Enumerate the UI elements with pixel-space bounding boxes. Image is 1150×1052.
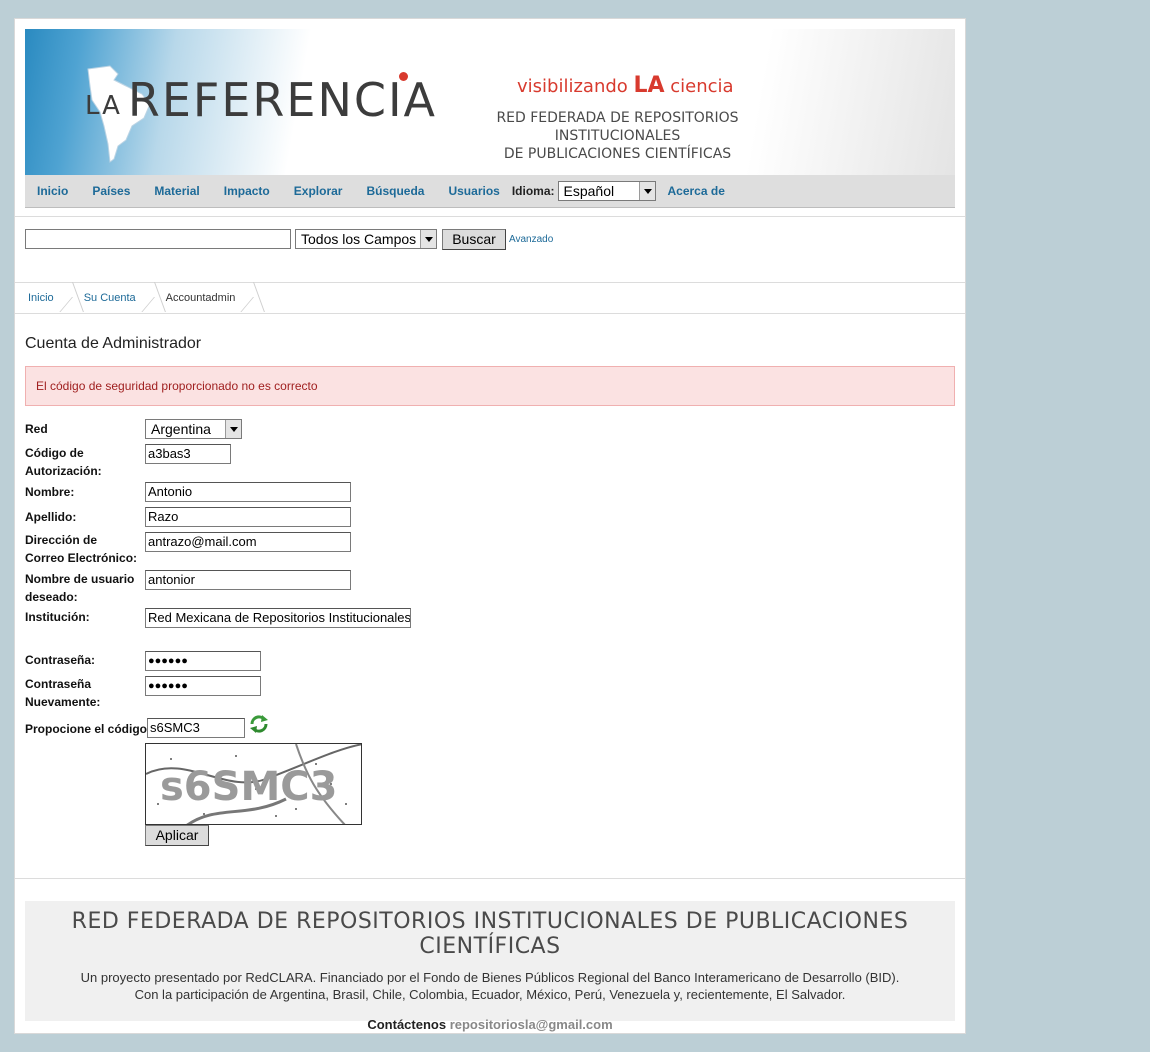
chevron-down-icon (638, 182, 655, 200)
breadcrumb-separator (243, 284, 257, 312)
logo[interactable]: LA REFERENCIA (85, 73, 437, 127)
email-label-line1: Dirección de (25, 533, 98, 547)
divider (15, 878, 965, 879)
page-container: LA REFERENCIA visibilizando LA ciencia RE… (14, 18, 966, 1034)
header-subtitle-line1: RED FEDERADA DE REPOSITORIOS INSTITUCION… (496, 110, 739, 144)
breadcrumb-current: Accountadmin (165, 292, 236, 304)
username-input[interactable]: antonior (145, 570, 351, 590)
auth-code-input[interactable]: a3bas3 (145, 444, 231, 464)
tagline-pre: visibilizando (517, 76, 634, 97)
breadcrumb-su-cuenta[interactable]: Su Cuenta (84, 292, 136, 304)
search-button[interactable]: Buscar (442, 229, 506, 250)
footer-contact: Contáctenos repositoriosla@gmail.com (25, 1017, 955, 1032)
contact-email-link[interactable]: repositoriosla@gmail.com (450, 1017, 613, 1032)
institucion-label: Institución: (25, 610, 90, 624)
captcha-code-input[interactable]: s6SMC3 (147, 718, 245, 738)
error-alert: El código de seguridad proporcionado no … (25, 366, 955, 406)
nav-material[interactable]: Material (154, 184, 199, 198)
page-title: Cuenta de Administrador (25, 335, 202, 352)
divider (15, 216, 965, 217)
email-label-line2: Correo Electrónico: (25, 551, 138, 565)
nav-inicio[interactable]: Inicio (37, 184, 68, 198)
footer-title: RED FEDERADA DE REPOSITORIOS INSTITUCION… (71, 909, 909, 959)
divider (15, 313, 965, 314)
apellido-input[interactable]: Razo (145, 507, 351, 527)
breadcrumb-inicio[interactable]: Inicio (28, 292, 54, 304)
nav-explorar[interactable]: Explorar (294, 184, 343, 198)
header-subtitle-line2: DE PUBLICACIONES CIENTÍFICAS (503, 146, 732, 162)
password-confirm-label: Contraseña Nuevamente: (25, 675, 100, 711)
breadcrumb-separator (62, 284, 76, 312)
auth-code-label-line1: Código de (25, 446, 84, 460)
nombre-input[interactable]: Antonio (145, 482, 351, 502)
red-select-value: Argentina (151, 421, 211, 437)
tagline-post: ciencia (664, 76, 734, 97)
breadcrumb: Inicio Su Cuenta Accountadmin (25, 289, 265, 307)
password-confirm-label-line1: Contraseña (25, 677, 92, 691)
language-select[interactable]: Español (557, 181, 656, 201)
search-field-select[interactable]: Todos los Campos (295, 229, 437, 249)
footer-line2: Con la participación de Argentina, Brasi… (134, 987, 846, 1002)
captcha-text: s6SMC3 (160, 764, 337, 810)
auth-code-label-line2: Autorización: (25, 464, 102, 478)
nav-busqueda[interactable]: Búsqueda (366, 184, 424, 198)
footer-line1: Un proyecto presentado por RedCLARA. Fin… (80, 970, 900, 985)
breadcrumb-separator (144, 284, 158, 312)
advanced-search-link[interactable]: Avanzado (509, 234, 553, 245)
logo-main: REFERENCIA (127, 73, 438, 127)
red-select[interactable]: Argentina (145, 419, 242, 439)
header-subtitle: RED FEDERADA DE REPOSITORIOS INSTITUCION… (445, 109, 790, 163)
main-nav: Inicio Países Material Impacto Explorar … (25, 175, 955, 208)
email-input[interactable]: antrazo@mail.com (145, 532, 351, 552)
tagline: visibilizando LA ciencia (517, 73, 734, 98)
contact-label: Contáctenos (367, 1017, 447, 1032)
nav-impacto[interactable]: Impacto (224, 184, 270, 198)
password-input[interactable]: ●●●●●● (145, 651, 261, 671)
chevron-down-icon (420, 230, 436, 248)
nombre-label: Nombre: (25, 485, 75, 499)
red-label: Red (25, 422, 48, 436)
search-input[interactable] (25, 229, 291, 249)
username-label-line2: deseado: (25, 590, 78, 604)
captcha-code-label: Propocione el código: (25, 722, 152, 736)
apellido-label: Apellido: (25, 510, 77, 524)
search-field-value: Todos los Campos (301, 231, 417, 247)
password-confirm-label-line2: Nuevamente: (25, 695, 101, 709)
tagline-la: LA (633, 73, 665, 98)
username-label: Nombre de usuario deseado: (25, 570, 134, 606)
nav-usuarios[interactable]: Usuarios (448, 184, 499, 198)
chevron-down-icon (225, 420, 241, 438)
nav-acerca-de[interactable]: Acerca de (668, 184, 725, 198)
captcha-image: s6SMC3 (145, 743, 362, 825)
institucion-input[interactable]: Red Mexicana de Repositorios Institucion… (145, 608, 411, 628)
header-banner: LA REFERENCIA visibilizando LA ciencia RE… (25, 29, 955, 175)
auth-code-label: Código de Autorización: (25, 444, 102, 480)
email-label: Dirección de Correo Electrónico: (25, 531, 137, 567)
refresh-captcha-icon[interactable] (248, 713, 270, 735)
language-select-value: Español (563, 183, 615, 199)
apply-button[interactable]: Aplicar (145, 825, 209, 846)
logo-small: LA (85, 91, 122, 121)
password-label: Contraseña: (25, 653, 96, 667)
language-label: Idioma: (511, 184, 555, 198)
username-label-line1: Nombre de usuario (25, 572, 135, 586)
nav-paises[interactable]: Países (92, 184, 130, 198)
password-confirm-input[interactable]: ●●●●●● (145, 676, 261, 696)
divider (15, 282, 965, 283)
footer: RED FEDERADA DE REPOSITORIOS INSTITUCION… (25, 901, 955, 1032)
logo-dot (399, 72, 408, 81)
